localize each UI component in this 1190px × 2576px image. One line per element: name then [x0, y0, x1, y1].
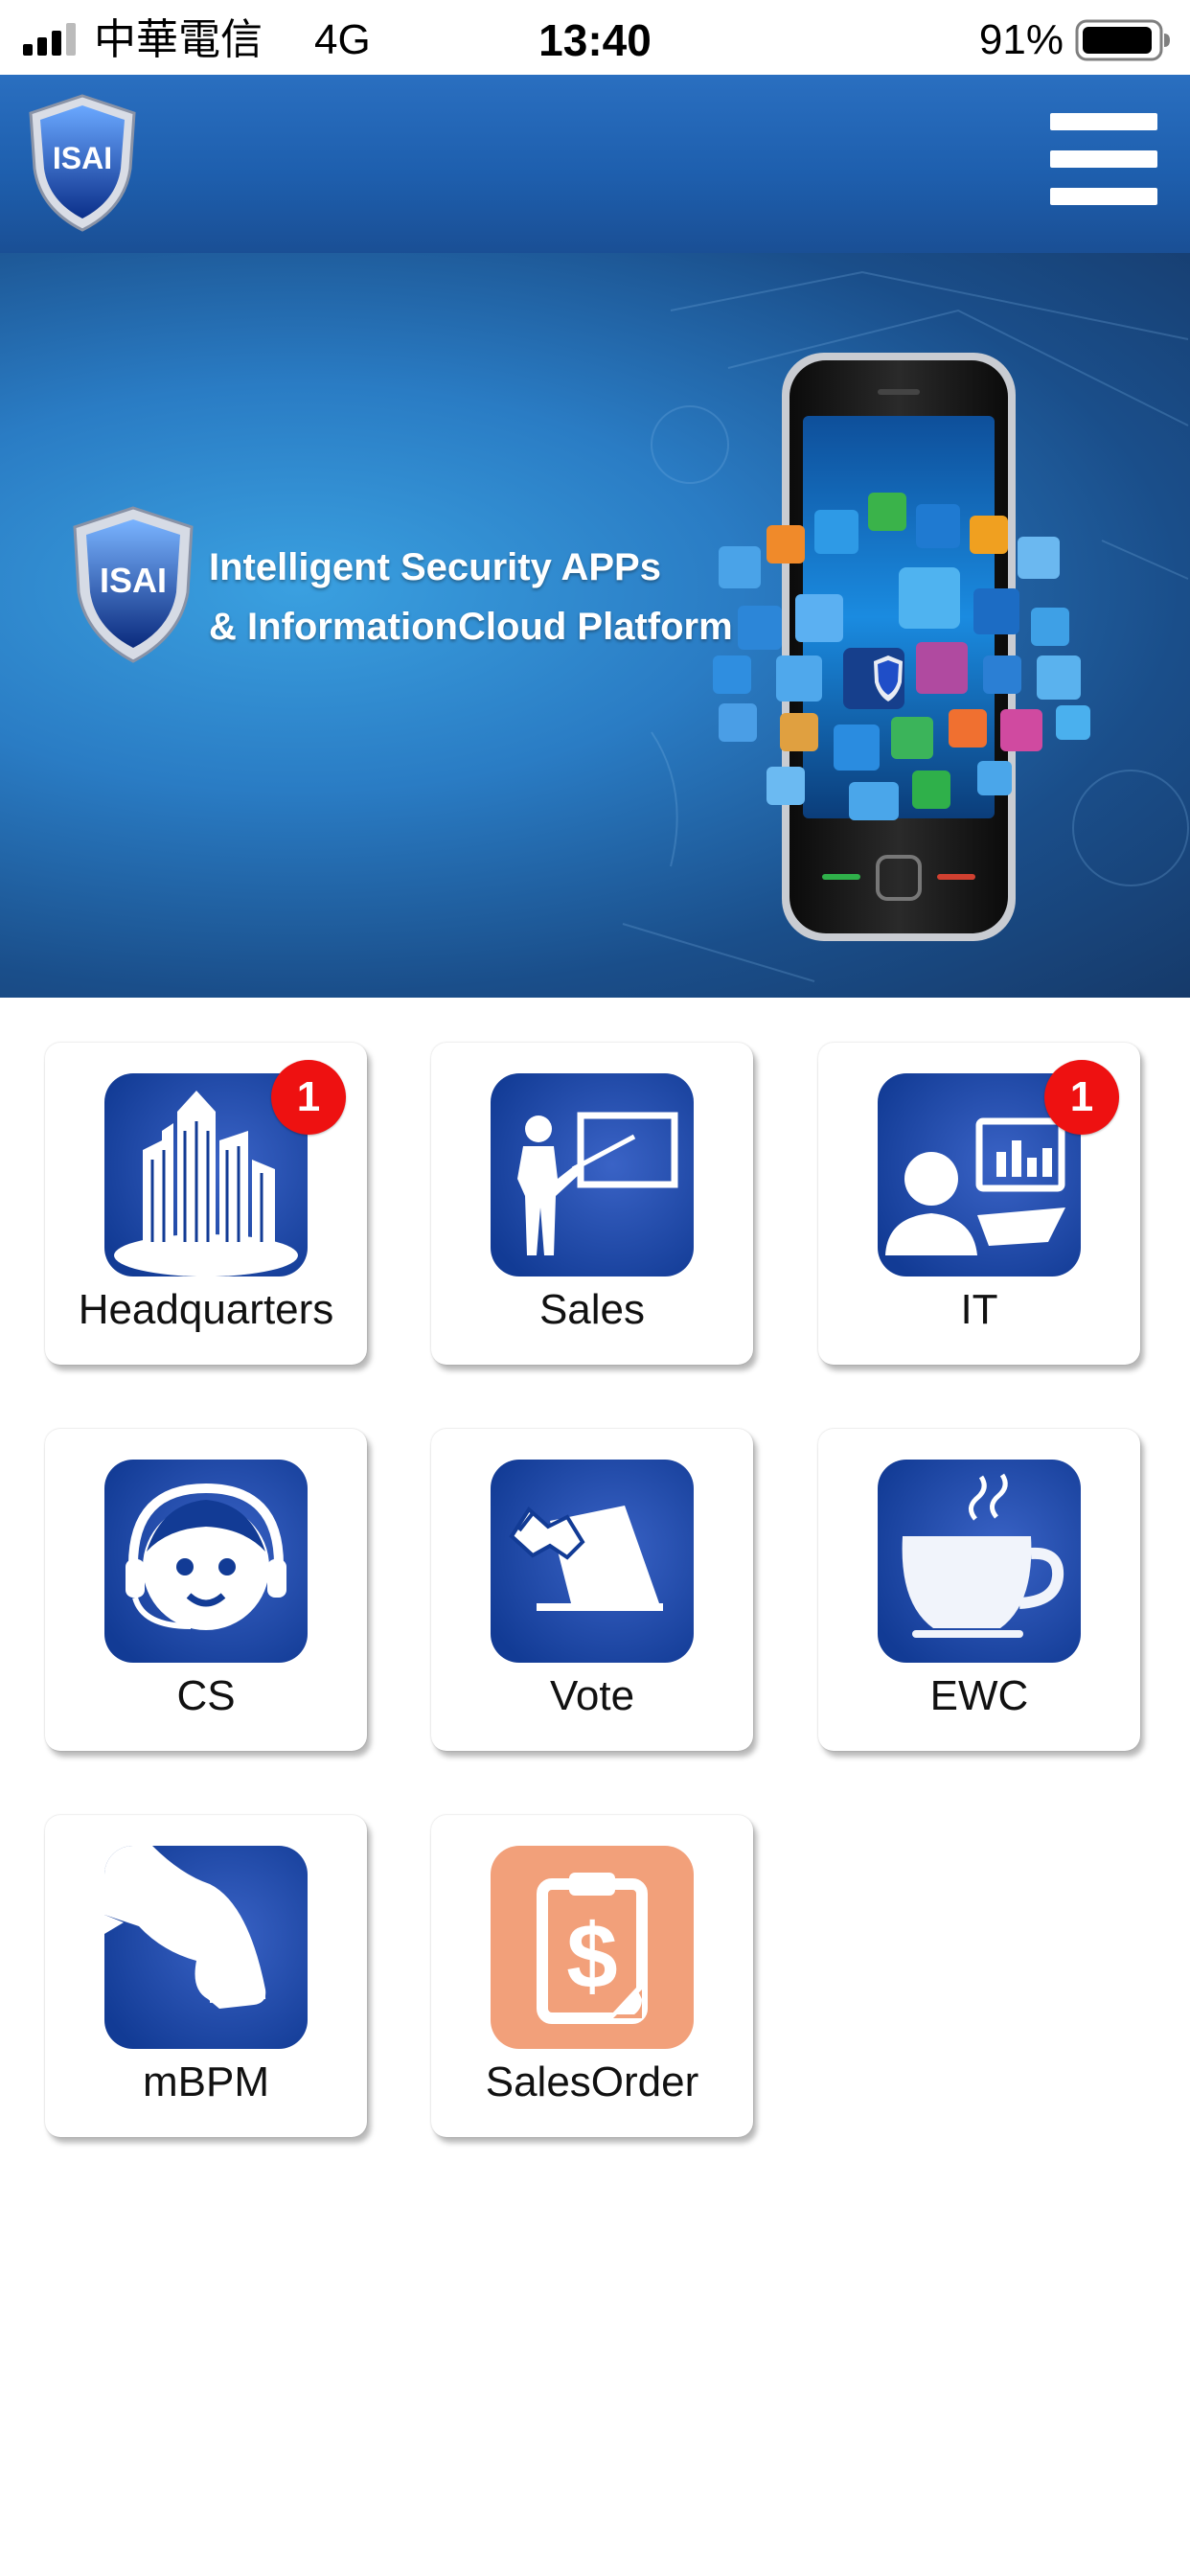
tile-cs[interactable]: CS	[45, 1429, 367, 1751]
tile-label: Vote	[549, 1672, 635, 1719]
banner-tagline-line1: Intelligent Security APPs	[209, 546, 661, 588]
notification-badge: 1	[1044, 1060, 1119, 1135]
tile-it[interactable]: 1 IT	[818, 1043, 1140, 1365]
tile-sales[interactable]: Sales	[431, 1043, 753, 1365]
banner-isai-logo: ISAI	[73, 506, 194, 663]
headset-agent-icon	[104, 1460, 308, 1663]
ballot-box-icon	[491, 1460, 694, 1663]
tile-salesorder[interactable]: $ SalesOrder	[431, 1815, 753, 2137]
menu-bar-icon	[1050, 113, 1157, 130]
tile-mbpm[interactable]: mBPM	[45, 1815, 367, 2137]
tile-label: SalesOrder	[485, 2058, 699, 2105]
tile-ewc[interactable]: EWC	[818, 1429, 1140, 1751]
coffee-cup-icon	[878, 1460, 1081, 1663]
menu-bar-icon	[1050, 188, 1157, 205]
tile-label: EWC	[929, 1672, 1029, 1719]
tile-vote[interactable]: Vote	[431, 1429, 753, 1751]
banner-logo-text: ISAI	[100, 561, 167, 600]
battery-percentage: 91%	[978, 16, 1064, 63]
logo-text: ISAI	[53, 141, 112, 175]
menu-bar-icon	[1050, 150, 1157, 168]
svg-text:$: $	[566, 1905, 617, 2008]
tile-headquarters[interactable]: 1 Headquarters	[45, 1043, 367, 1365]
notification-badge: 1	[271, 1060, 346, 1135]
hero-banner: ISAI Intelligent Security APPs & Informa…	[0, 253, 1190, 998]
pen-hand-icon	[104, 1846, 308, 2049]
smartphone-illustration	[713, 353, 1090, 941]
menu-button[interactable]	[1050, 113, 1157, 205]
status-bar: 中華電信 4G 13:40 91%	[0, 0, 1190, 75]
battery-icon	[1075, 19, 1170, 61]
isai-logo[interactable]: ISAI	[25, 92, 140, 234]
tile-label: IT	[960, 1286, 998, 1333]
banner-tagline-line2: & InformationCloud Platform	[209, 606, 733, 648]
presentation-icon	[491, 1073, 694, 1276]
tile-label: Headquarters	[78, 1286, 334, 1333]
tile-label: mBPM	[143, 2058, 269, 2105]
dollar-clipboard-icon: $	[491, 1846, 694, 2049]
tile-label: Sales	[538, 1286, 646, 1333]
tile-label: CS	[176, 1672, 236, 1719]
app-header: ISAI	[0, 75, 1190, 253]
